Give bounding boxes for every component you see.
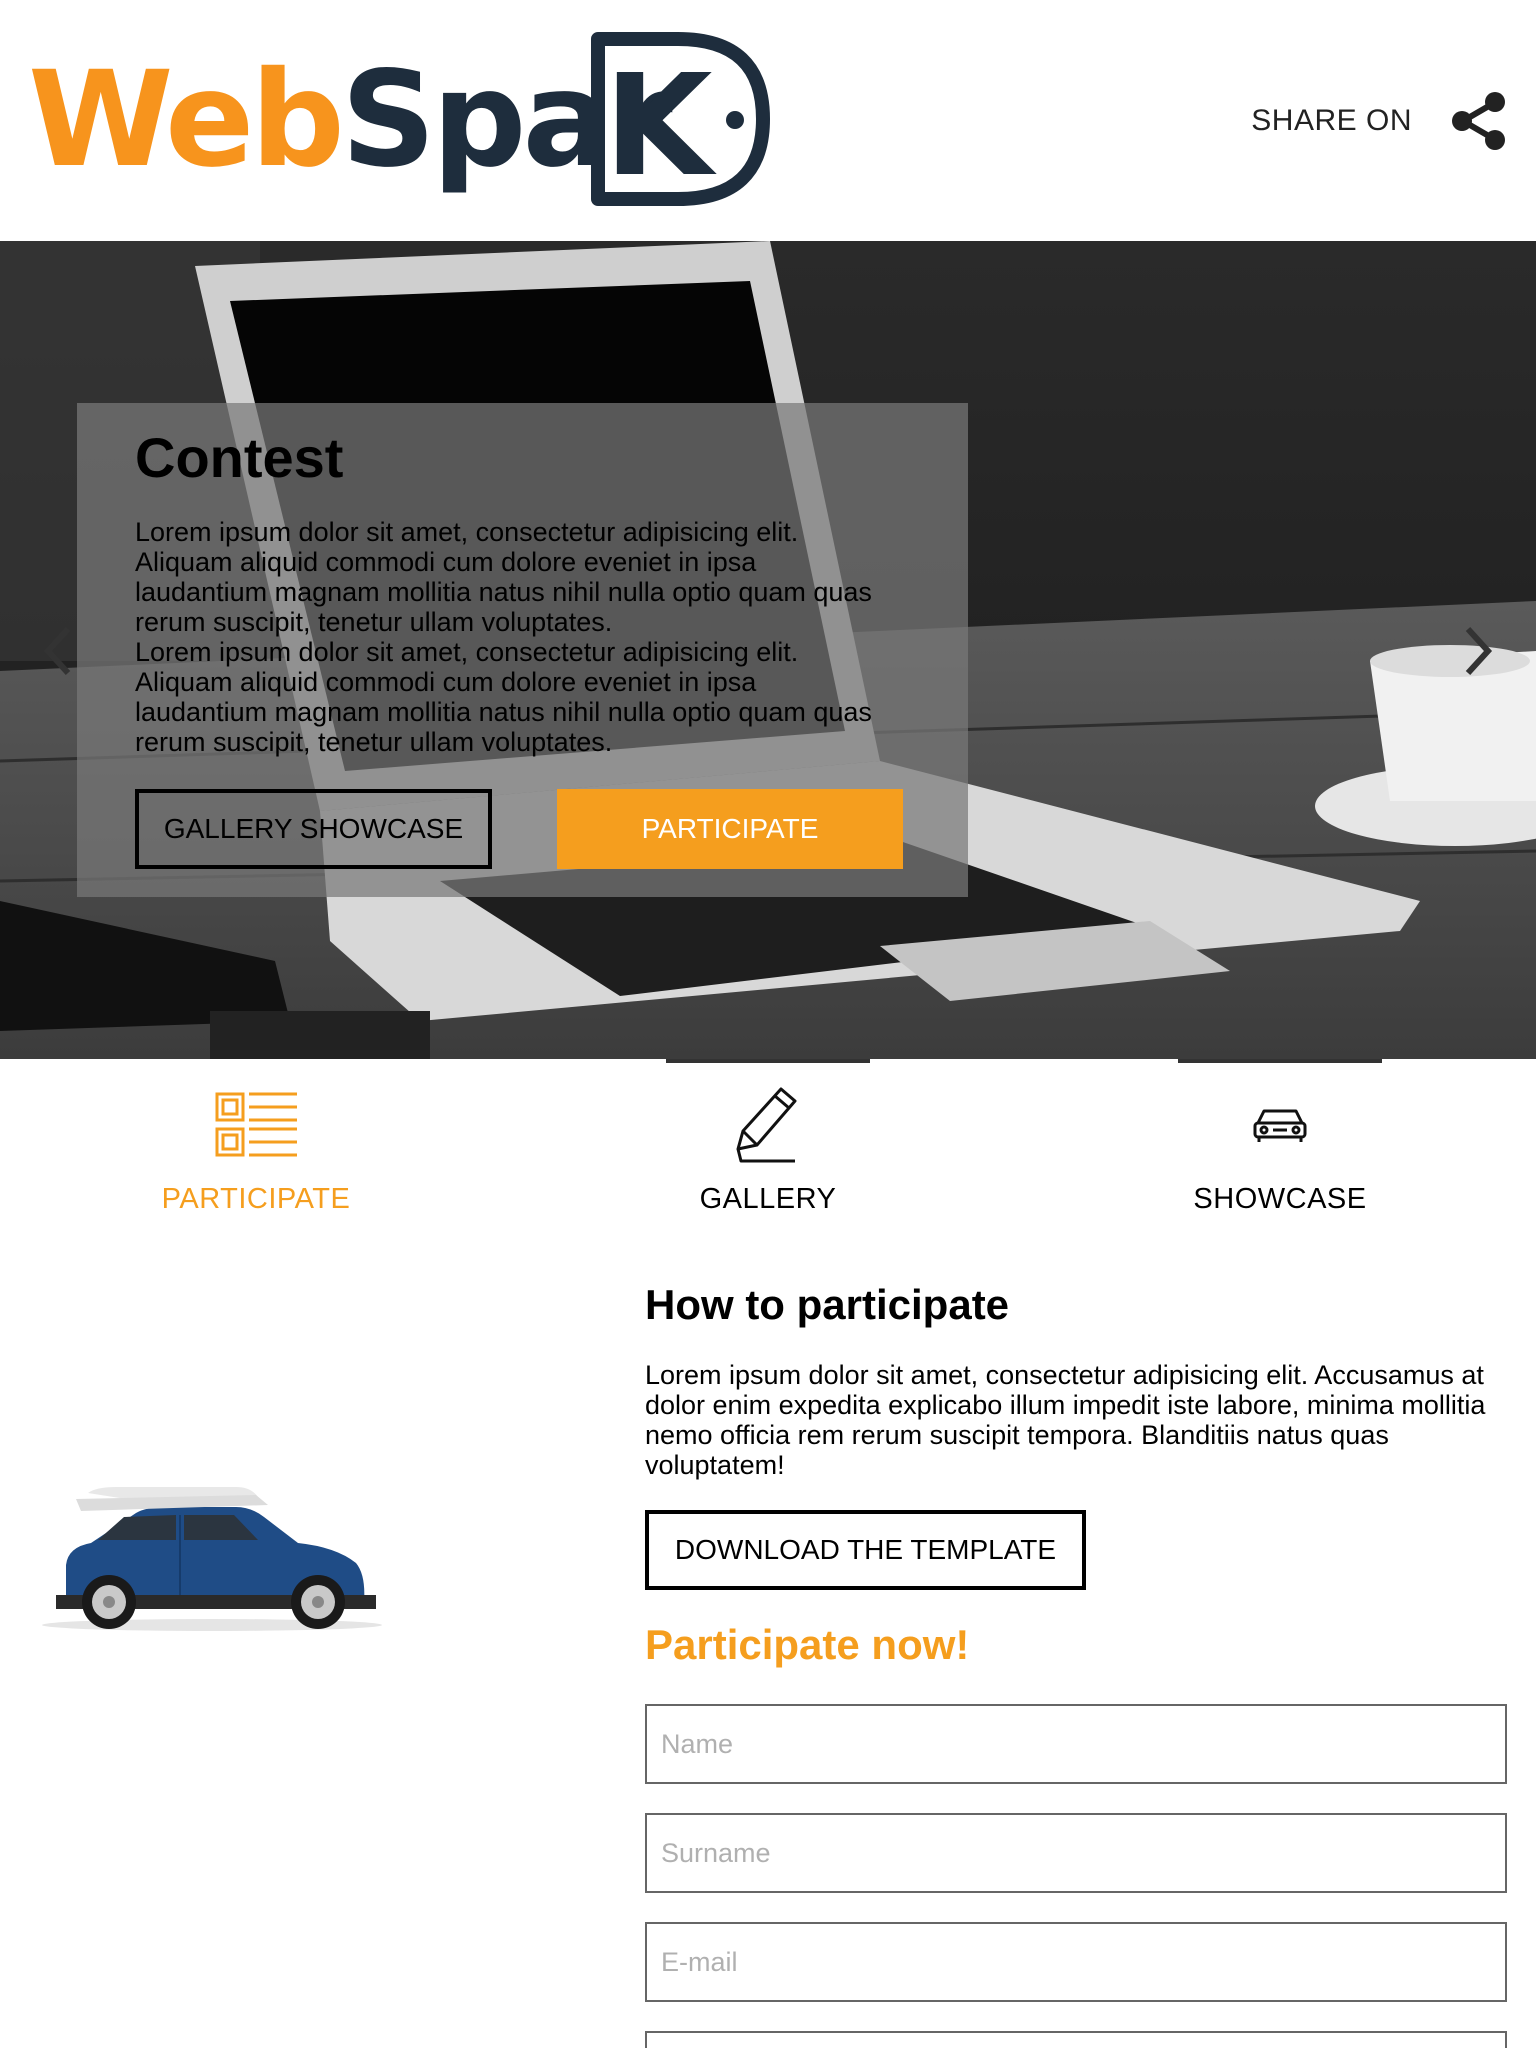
chevron-right-icon[interactable] bbox=[1458, 621, 1498, 681]
site-header: WebSpar K SHARE ON bbox=[0, 0, 1536, 241]
tab-indicator bbox=[1178, 1059, 1382, 1063]
hero-slider: Contest Lorem ipsum dolor sit amet, cons… bbox=[0, 241, 1536, 1059]
hero-caption-card: Contest Lorem ipsum dolor sit amet, cons… bbox=[77, 403, 968, 897]
hero-title: Contest bbox=[135, 426, 344, 489]
tab-participate-label: PARTICIPATE bbox=[161, 1183, 351, 1215]
tab-participate[interactable]: PARTICIPATE bbox=[0, 1059, 512, 1239]
surname-field[interactable] bbox=[645, 1813, 1507, 1893]
section-tabs: PARTICIPATE GALLERY SHOWCASE bbox=[0, 1059, 1536, 1239]
list-icon bbox=[215, 1092, 297, 1157]
chevron-left-icon[interactable] bbox=[38, 621, 78, 681]
webspark-logo[interactable]: WebSpar K bbox=[28, 24, 772, 214]
pencil-icon bbox=[736, 1087, 797, 1163]
participate-button[interactable]: PARTICIPATE bbox=[557, 789, 903, 869]
how-to-participate-heading: How to participate bbox=[645, 1281, 1010, 1328]
share-label: SHARE ON bbox=[1251, 104, 1412, 137]
tab-gallery[interactable]: GALLERY bbox=[512, 1059, 1024, 1239]
tab-showcase[interactable]: SHOWCASE bbox=[1024, 1059, 1536, 1239]
logo-k-mark: K bbox=[591, 32, 770, 208]
hero-description: Lorem ipsum dolor sit amet, consectetur … bbox=[135, 517, 895, 757]
share-icon[interactable] bbox=[1448, 90, 1510, 152]
gallery-showcase-button[interactable]: GALLERY SHOWCASE bbox=[135, 789, 492, 869]
next-field[interactable] bbox=[645, 2031, 1507, 2048]
tab-showcase-label: SHOWCASE bbox=[1193, 1183, 1367, 1215]
car-icon bbox=[1253, 1109, 1307, 1142]
hero-paragraph-1: Lorem ipsum dolor sit amet, consectetur … bbox=[135, 517, 872, 637]
share-on[interactable]: SHARE ON bbox=[1251, 90, 1510, 152]
name-field[interactable] bbox=[645, 1704, 1507, 1784]
tab-gallery-label: GALLERY bbox=[699, 1183, 837, 1215]
participate-now-heading: Participate now! bbox=[645, 1621, 970, 1668]
logo-k-letter: K bbox=[604, 45, 717, 208]
how-to-participate-text: Lorem ipsum dolor sit amet, consectetur … bbox=[645, 1360, 1486, 1480]
hero-paragraph-2: Lorem ipsum dolor sit amet, consectetur … bbox=[135, 637, 872, 757]
participate-section: How to participate Lorem ipsum dolor sit… bbox=[645, 1280, 1507, 2048]
tab-indicator bbox=[666, 1059, 870, 1063]
email-field[interactable] bbox=[645, 1922, 1507, 2002]
download-template-button[interactable]: DOWNLOAD THE TEMPLATE bbox=[645, 1510, 1086, 1590]
car-image bbox=[42, 1487, 382, 1631]
